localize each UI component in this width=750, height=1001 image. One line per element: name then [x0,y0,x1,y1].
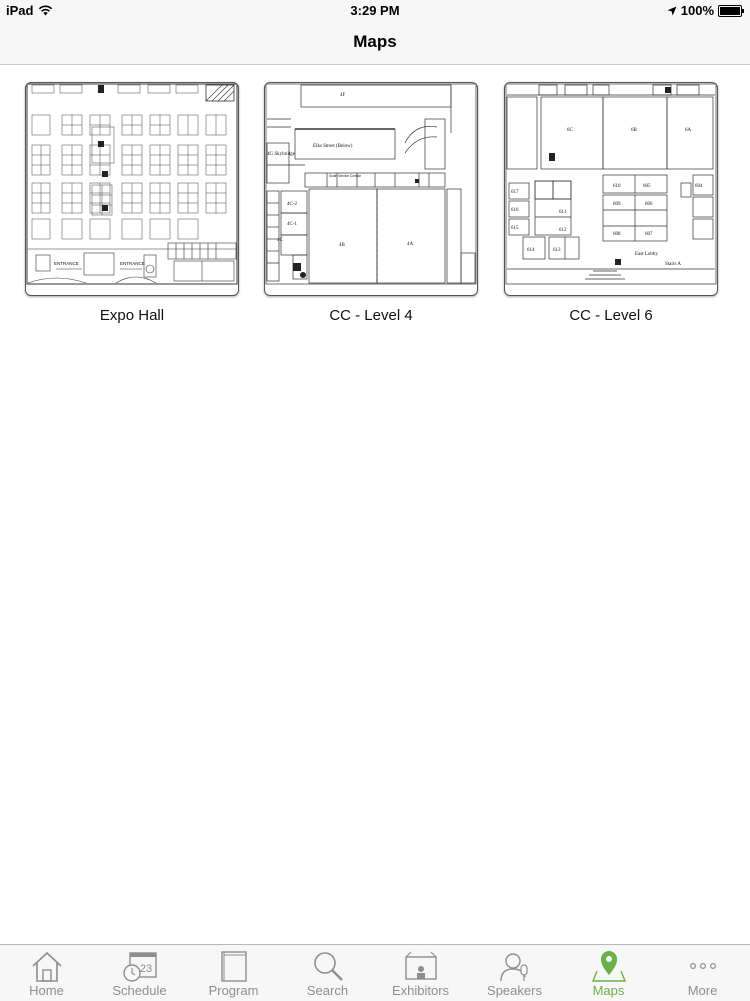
room-4a-label: 4A [407,242,414,247]
room-6c-label: 6C [567,128,574,133]
room-607-label: 607 [645,232,653,237]
tab-label: Search [306,983,349,998]
battery-percent: 100% [680,3,714,18]
tab-program[interactable]: Program [187,945,280,1001]
cc-level-6-floorplan: 6C 6B 6A 610 605 611 609 606 612 608 607… [505,83,717,285]
status-time: 3:29 PM [350,3,400,18]
map-pin-icon [591,951,626,982]
elks-street-label: Elks Street (Below) [313,144,353,149]
tab-label: Home [29,983,64,998]
room-610-label: 610 [613,184,621,189]
tab-home[interactable]: Home [0,945,93,1001]
room-4c1-label: 4C-1 [287,222,298,227]
service-corridor-label: South Service Corridor [329,174,362,178]
status-bar: iPad 3:29 PM 100% [0,0,750,22]
expo-hall-floorplan: ENTRANCE ENTRANCE [26,83,238,285]
calendar-clock-icon: 23 [122,952,157,982]
map-thumbnail-cc-level-4[interactable]: 4F Elks Street (Below) 4G Skybridge 4C-2… [264,82,478,296]
speaker-icon [499,953,528,982]
room-4f-label: 4F [340,93,346,98]
location-arrow-icon [667,6,677,15]
tab-maps[interactable]: Maps [562,945,655,1001]
page-title: Maps [353,32,397,51]
house-icon [31,951,62,982]
room-614-label: 614 [527,248,535,253]
map-tile-cc-level-6[interactable]: 6C 6B 6A 610 605 611 609 606 612 608 607… [504,82,718,324]
room-609-label: 609 [613,202,621,207]
skybridge-label: 4G Skybridge [267,152,296,157]
room-613-label: 613 [553,248,561,253]
room-605-label: 605 [643,184,651,189]
navigation-bar: Maps [0,22,750,65]
map-label[interactable]: CC - Level 6 [504,307,718,324]
tab-label: Program [208,983,259,998]
battery-icon [718,4,744,17]
room-608-label: 608 [613,232,621,237]
tab-label: Maps [592,983,625,998]
map-label[interactable]: Expo Hall [25,307,239,324]
tab-speakers[interactable]: Speakers [468,945,561,1001]
room-4c-label: 4C [277,238,284,243]
tab-schedule[interactable]: 23 Schedule [93,945,186,1001]
calendar-date-badge: 23 [139,963,151,975]
room-4c2-label: 4C-2 [287,202,298,207]
exhibitor-icon [404,951,437,980]
magnifier-icon [313,952,343,981]
room-616-label: 616 [511,208,519,213]
map-thumbnail-cc-level-6[interactable]: 6C 6B 6A 610 605 611 609 606 612 608 607… [504,82,718,296]
map-thumbnail-expo-hall[interactable]: ENTRANCE ENTRANCE [25,82,239,296]
stairs-a-label: Stairs A [665,262,681,267]
cc-level-4-floorplan: 4F Elks Street (Below) 4G Skybridge 4C-2… [265,83,477,285]
tab-label: Exhibitors [391,983,450,998]
room-6a-label: 6A [685,128,692,133]
book-icon [220,951,247,982]
room-615-label: 615 [511,226,519,231]
tab-more[interactable]: More [656,945,749,1001]
room-6b-label: 6B [631,128,638,133]
room-4b-label: 4B [339,243,346,248]
map-tile-cc-level-4[interactable]: 4F Elks Street (Below) 4G Skybridge 4C-2… [264,82,478,324]
tab-exhibitors[interactable]: Exhibitors [374,945,467,1001]
map-tile-expo-hall[interactable]: ENTRANCE ENTRANCE Expo Hall [25,82,239,324]
tab-bar: Home 23 Schedule Program Search Exhibito… [0,944,750,1001]
expo-entrance-label-2: ENTRANCE [120,261,145,266]
room-617-label: 617 [511,190,519,195]
tab-search[interactable]: Search [281,945,374,1001]
room-606-label: 606 [645,202,653,207]
map-label[interactable]: CC - Level 4 [264,307,478,324]
room-611-label: 611 [559,210,567,215]
tab-label: Speakers [487,983,542,998]
east-lobby-label: East Lobby [635,252,658,257]
tab-label: Schedule [112,983,167,998]
tab-label: More [687,983,718,998]
expo-entrance-label-1: ENTRANCE [54,261,79,266]
status-right: 100% [667,3,744,18]
room-612-label: 612 [559,228,567,233]
more-dots-icon [689,963,716,970]
room-604-label: 604 [695,184,703,189]
